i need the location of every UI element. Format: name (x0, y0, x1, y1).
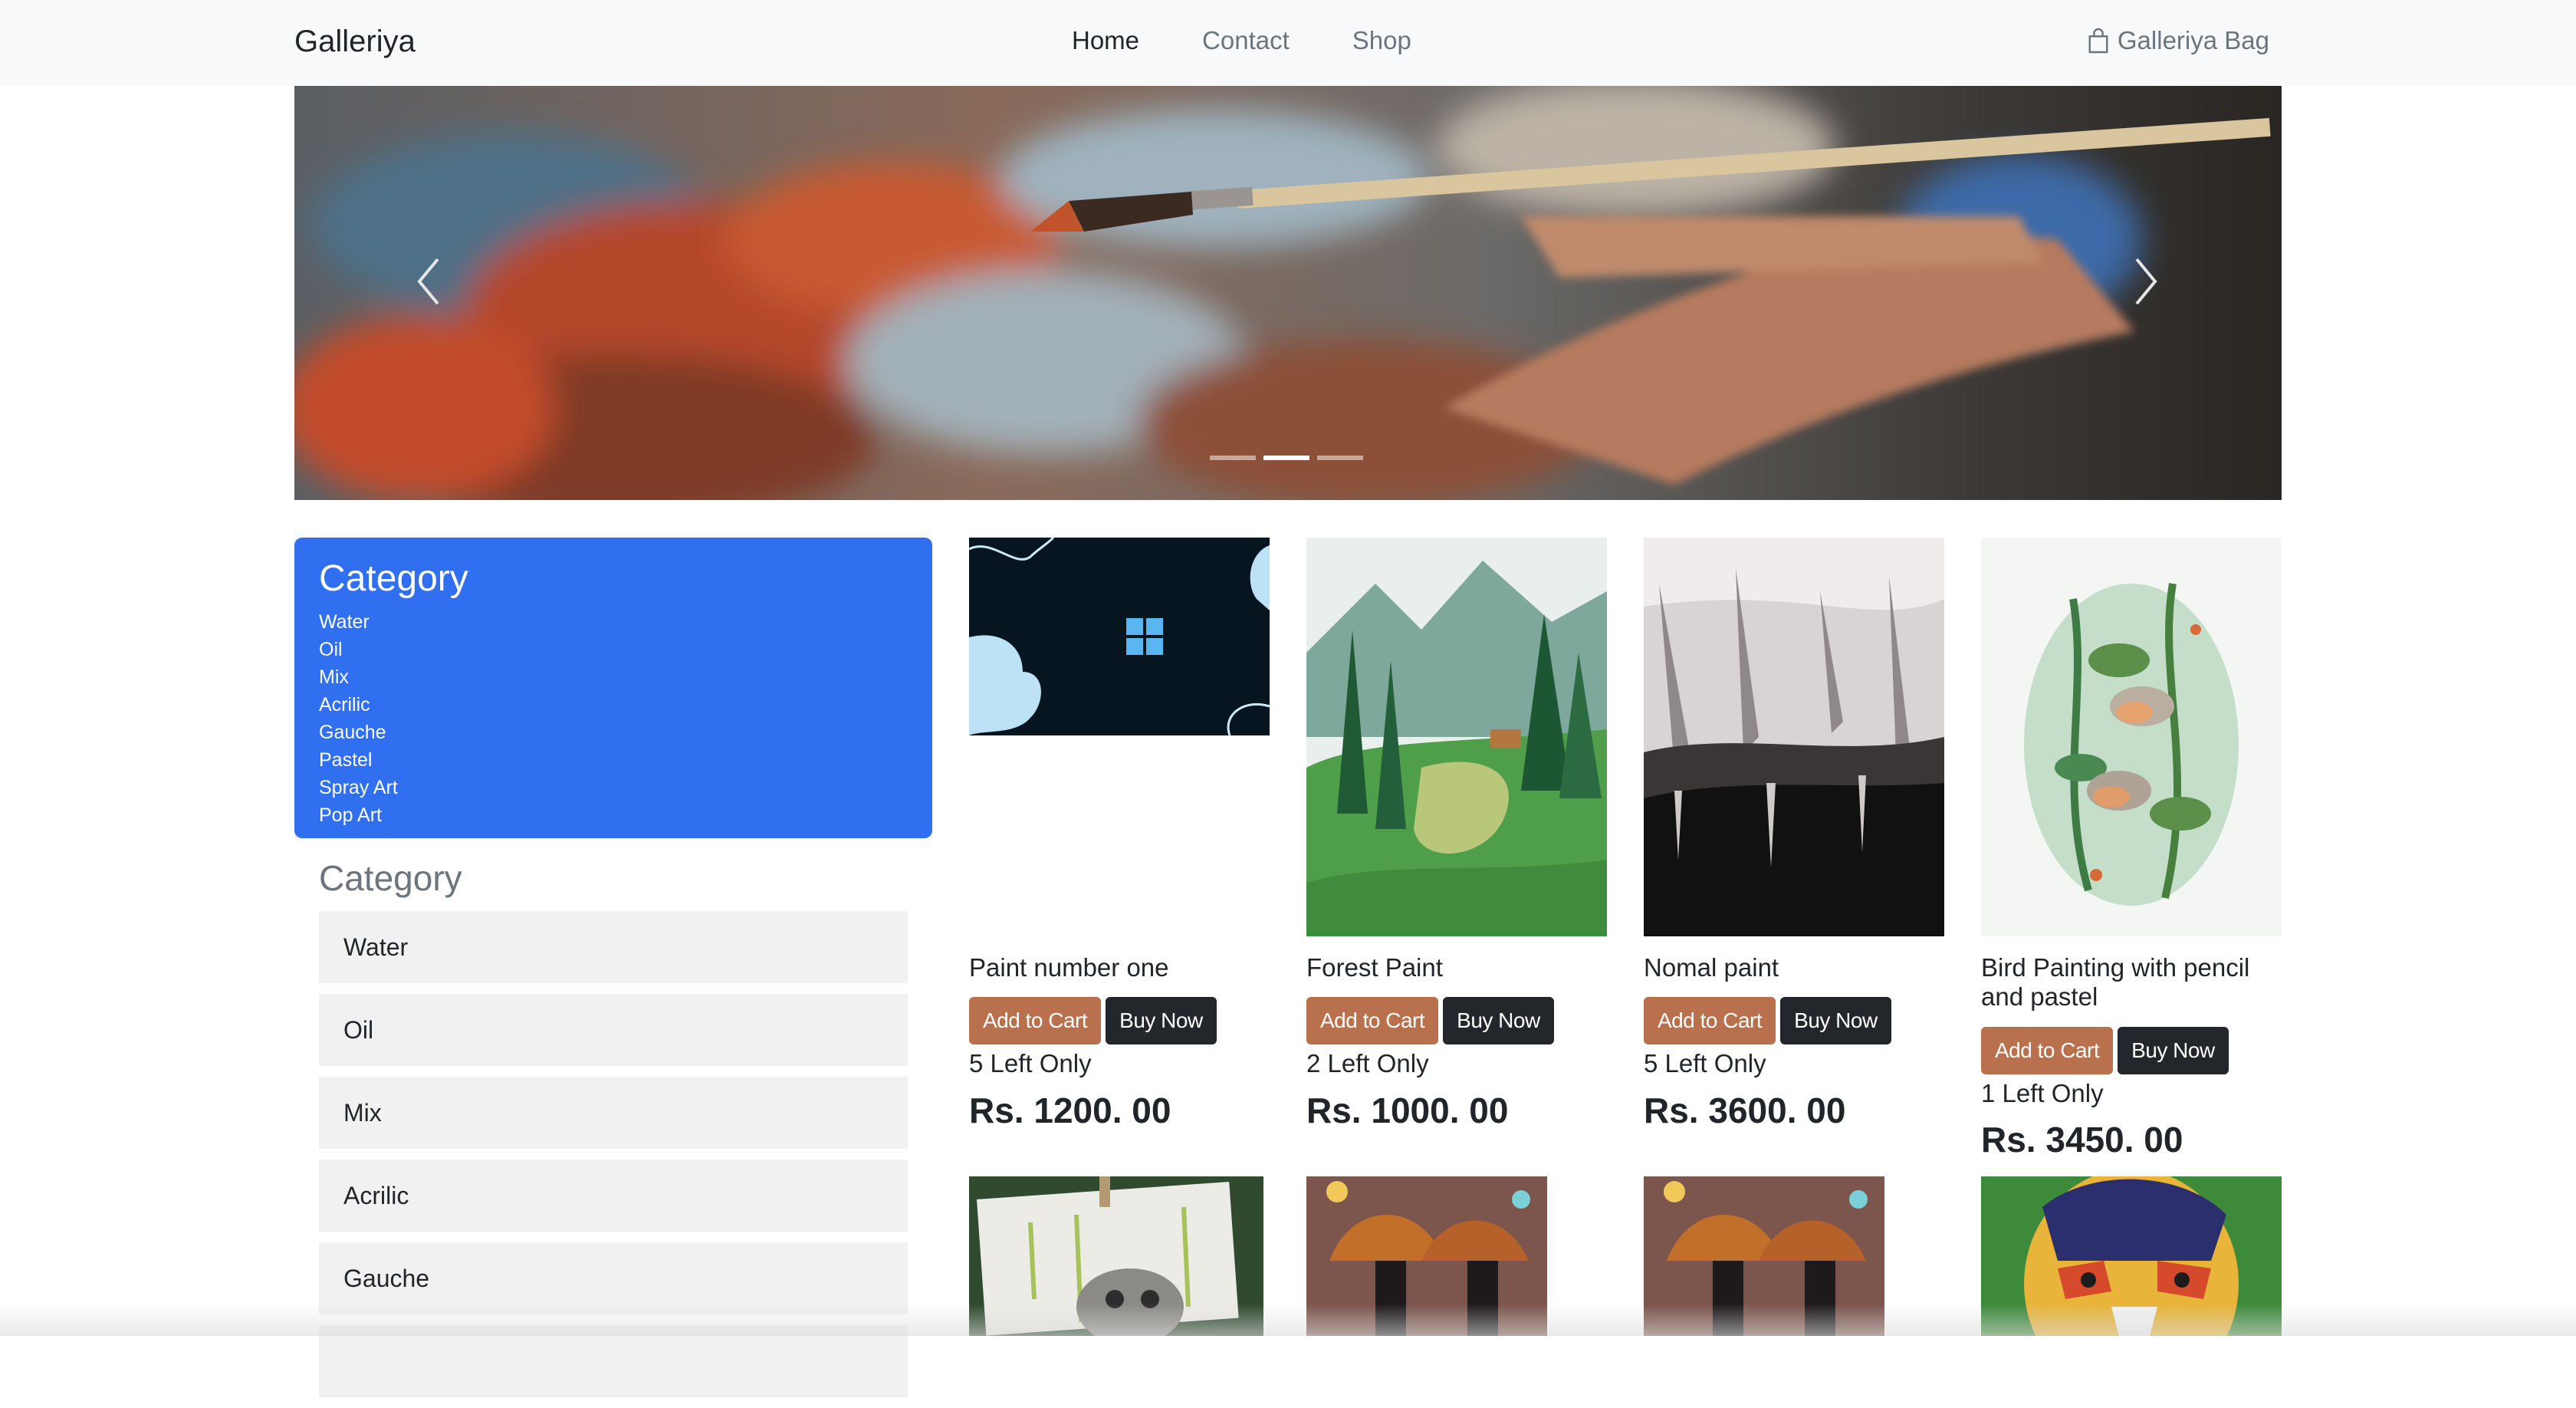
stock-count: 2 Left Only (1306, 1049, 1429, 1077)
category-link-acrilic[interactable]: Acrilic (319, 691, 398, 719)
category-box-title: Category (319, 558, 468, 599)
category-box-list: Water Oil Mix Acrilic Gauche Pastel Spra… (319, 608, 398, 829)
product-image[interactable] (969, 1176, 1263, 1336)
bag-label: Galleriya Bag (2117, 26, 2269, 54)
category-box: Category Water Oil Mix Acrilic Gauche Pa… (294, 538, 932, 838)
hero-painting-image (294, 86, 2282, 500)
hero-carousel (294, 86, 2282, 500)
product-card: Forest Paint Add to Cart Buy Now 2 Left … (1306, 538, 1607, 1151)
product-price: Rs. 1200. 00 (969, 1091, 1171, 1130)
category-link-water[interactable]: Water (319, 608, 398, 636)
carousel-indicator[interactable] (1317, 456, 1363, 460)
category-item-gauche[interactable]: Gauche (319, 1242, 908, 1314)
product-price: Rs. 3450. 00 (1981, 1120, 2183, 1160)
product-actions: Add to Cart Buy Now (1644, 997, 1891, 1044)
product-actions: Add to Cart Buy Now (1981, 1027, 2229, 1074)
product-image[interactable] (1306, 538, 1607, 936)
category-item-acrilic[interactable]: Acrilic (319, 1160, 908, 1232)
product-image[interactable] (1644, 538, 1944, 936)
carousel-indicator[interactable] (1210, 456, 1256, 460)
product-image[interactable] (1644, 1176, 1884, 1336)
category-link-pop-art[interactable]: Pop Art (319, 801, 398, 829)
product-image[interactable] (969, 538, 1270, 735)
navbar: Galleriya Home Contact Shop Galleriya Ba… (0, 0, 2576, 86)
product-price: Rs. 3600. 00 (1644, 1091, 1846, 1130)
brand-logo[interactable]: Galleriya (294, 25, 416, 59)
nav-link-home[interactable]: Home (1072, 26, 1139, 55)
stock-count: 1 Left Only (1981, 1079, 2104, 1107)
category-list: Water Oil Mix Acrilic Gauche (319, 911, 908, 1408)
category-link-pastel[interactable]: Pastel (319, 746, 398, 774)
product-name[interactable]: Bird Painting with pencil and pastel (1981, 953, 2282, 1012)
product-card: Nomal paint Add to Cart Buy Now 5 Left O… (1644, 538, 1944, 1151)
category-link-mix[interactable]: Mix (319, 663, 398, 691)
nav-link-contact[interactable]: Contact (1202, 26, 1290, 55)
stock-count: 5 Left Only (1644, 1049, 1766, 1077)
add-to-cart-button[interactable]: Add to Cart (1306, 997, 1439, 1044)
category-link-spray-art[interactable]: Spray Art (319, 774, 398, 801)
chevron-left-icon (417, 258, 439, 305)
nav-links: Home Contact Shop (1072, 26, 1411, 55)
product-card: Paint number one Add to Cart Buy Now 5 L… (969, 538, 1270, 1151)
product-image[interactable] (1981, 538, 2282, 936)
add-to-cart-button[interactable]: Add to Cart (969, 997, 1102, 1044)
buy-now-button[interactable]: Buy Now (1106, 997, 1217, 1044)
category-item-water[interactable]: Water (319, 911, 908, 983)
category-item-mix[interactable]: Mix (319, 1077, 908, 1149)
product-image[interactable] (1981, 1176, 2282, 1336)
product-actions: Add to Cart Buy Now (1306, 997, 1554, 1044)
category-item-partial[interactable] (319, 1325, 908, 1397)
product-price: Rs. 1000. 00 (1306, 1091, 1509, 1130)
category-list-heading: Category (319, 858, 462, 898)
carousel-indicator-active[interactable] (1263, 456, 1309, 460)
product-actions: Add to Cart Buy Now (969, 997, 1217, 1044)
product-name[interactable]: Forest Paint (1306, 953, 1443, 982)
nav-link-shop[interactable]: Shop (1352, 26, 1411, 55)
buy-now-button[interactable]: Buy Now (1443, 997, 1554, 1044)
carousel-indicators (1210, 456, 1363, 460)
carousel-prev-button[interactable] (398, 239, 459, 324)
product-name[interactable]: Nomal paint (1644, 953, 1779, 982)
category-link-oil[interactable]: Oil (319, 636, 398, 663)
stock-count: 5 Left Only (969, 1049, 1092, 1077)
add-to-cart-button[interactable]: Add to Cart (1981, 1027, 2114, 1074)
product-name[interactable]: Paint number one (969, 953, 1169, 982)
product-image[interactable] (1306, 1176, 1547, 1336)
buy-now-button[interactable]: Buy Now (2118, 1027, 2229, 1074)
add-to-cart-button[interactable]: Add to Cart (1644, 997, 1776, 1044)
category-item-oil[interactable]: Oil (319, 994, 908, 1066)
product-card: Bird Painting with pencil and pastel Add… (1981, 538, 2282, 1174)
category-link-gauche[interactable]: Gauche (319, 719, 398, 746)
shopping-bag-icon (2088, 28, 2108, 54)
carousel-next-button[interactable] (2115, 239, 2177, 324)
bag-link[interactable]: Galleriya Bag (2087, 26, 2269, 55)
chevron-right-icon (2135, 258, 2157, 305)
buy-now-button[interactable]: Buy Now (1780, 997, 1891, 1044)
